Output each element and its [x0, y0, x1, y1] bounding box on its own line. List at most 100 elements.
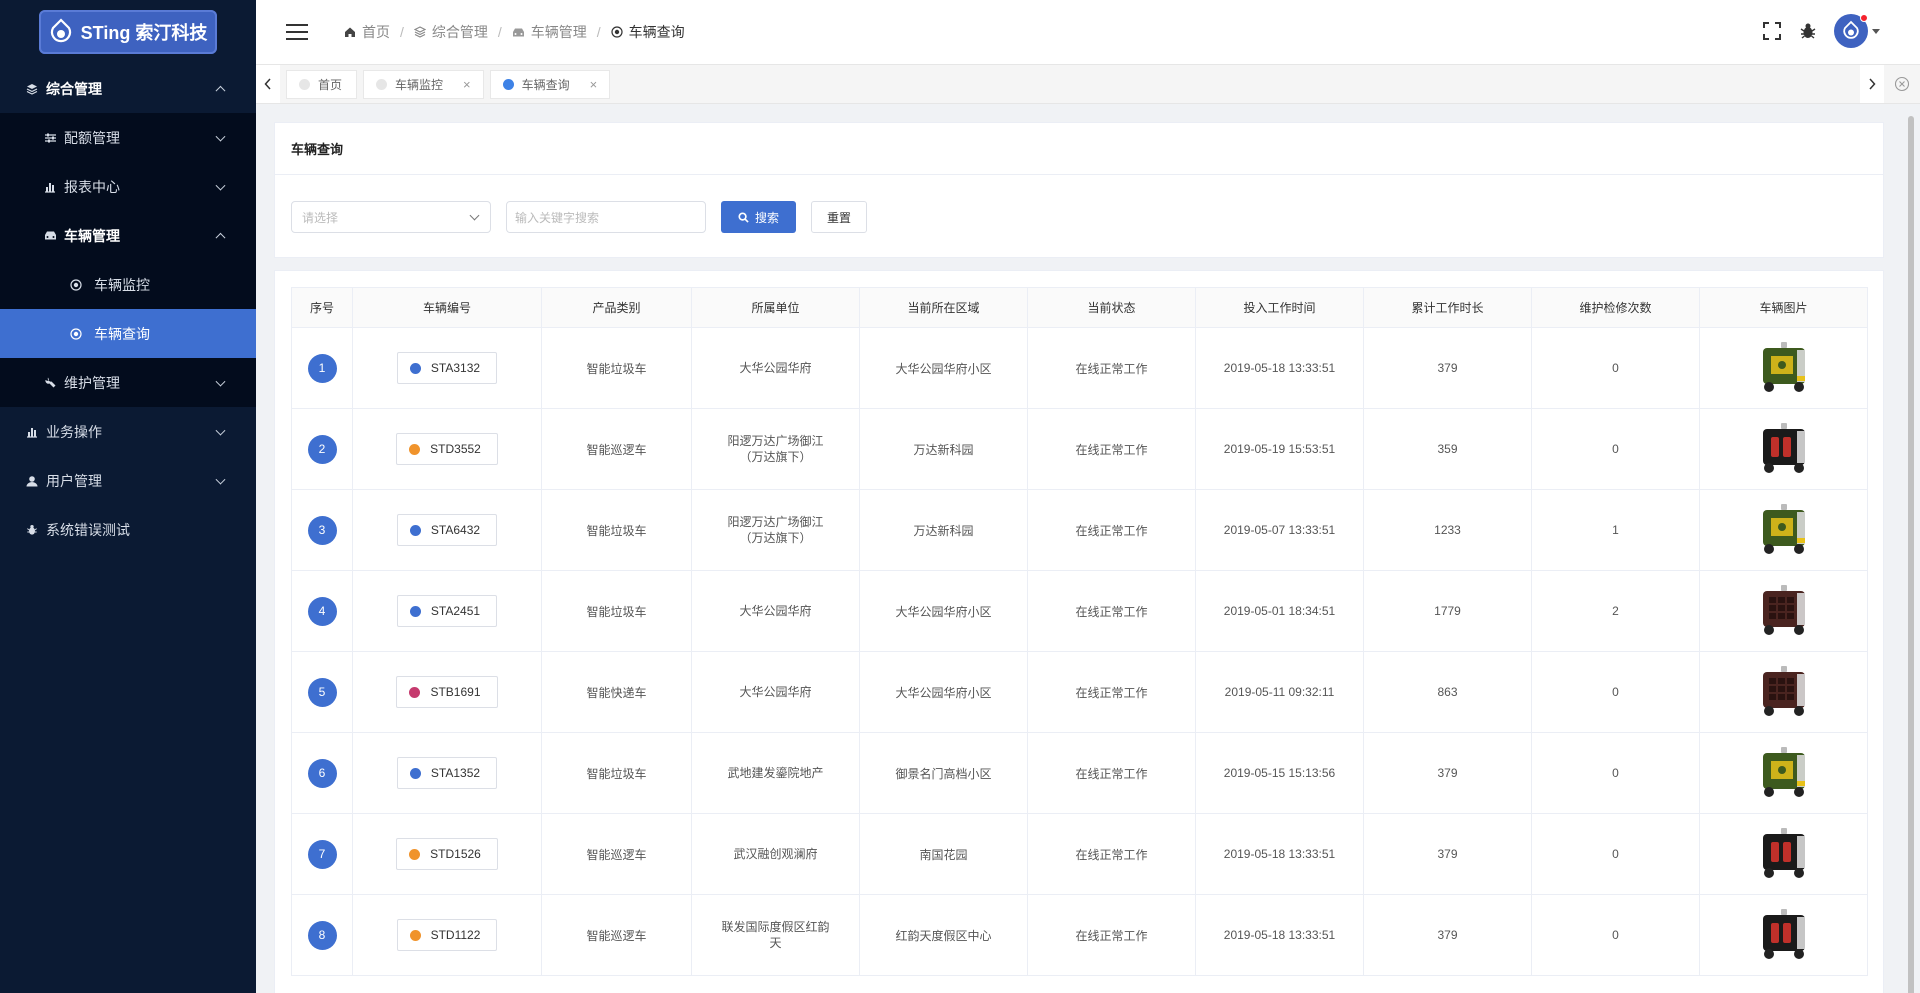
vehicle-code-tag[interactable]: STB1691: [396, 676, 498, 708]
tabs-scroll-left-icon[interactable]: [256, 65, 280, 103]
search-button[interactable]: 搜索: [721, 201, 796, 233]
tab-1[interactable]: 首页: [286, 70, 358, 99]
tabs-scroll-right-icon[interactable]: [1860, 65, 1884, 103]
category-cell: 智能巡逻车: [541, 894, 692, 976]
reset-button[interactable]: 重置: [811, 201, 867, 233]
sidebar-item-7[interactable]: 维护管理: [0, 358, 256, 407]
index-cell: 8: [291, 894, 353, 976]
row-index-badge: 8: [307, 920, 337, 950]
category-cell: 智能垃圾车: [541, 570, 692, 652]
vehicle-code-tag[interactable]: STD3552: [396, 433, 498, 465]
sidebar-item-2[interactable]: 配额管理: [0, 113, 256, 162]
table-row[interactable]: 3 STA6432 智能垃圾车 阳逻万达广场御江（万达旗下） 万达新科园 在线正常工作 20…: [291, 489, 1868, 571]
sidebar: STing 索汀科技 综合管理 配额管理 报表中心 车辆管理 车辆监控 车辆查询 维护管理业…: [0, 0, 256, 993]
keyword-search-input[interactable]: 输入关键字搜索: [506, 201, 706, 233]
repairs-cell: 0: [1531, 327, 1700, 409]
vehicle-type-dot: [409, 686, 421, 698]
header-actions: [1762, 14, 1880, 48]
status-cell: 在线正常工作: [1027, 570, 1196, 652]
unit-text: 武地建发鎏院地产: [727, 766, 824, 780]
hours-cell: 1779: [1363, 570, 1532, 652]
sidebar-item-3[interactable]: 报表中心: [0, 162, 256, 211]
row-index-badge: 2: [307, 434, 337, 464]
vehicle-code: STA1352: [430, 766, 481, 780]
car-icon: [512, 28, 524, 36]
row-index-badge: 7: [307, 839, 337, 869]
car-icon: [42, 228, 58, 244]
breadcrumb-home[interactable]: 首页: [344, 22, 390, 42]
tab-status-dot: [376, 79, 388, 90]
breadcrumb-composite[interactable]: 综合管理: [413, 22, 488, 42]
start-time-cell: 2019-05-19 15:53:51: [1195, 408, 1364, 490]
logo[interactable]: STing 索汀科技: [39, 10, 217, 54]
vehicle-code-tag[interactable]: STD1526: [396, 838, 498, 870]
table-row[interactable]: 4 STA2451 智能垃圾车 大华公园华府 大华公园华府小区 在线正常工作 2019-05…: [291, 570, 1868, 652]
sidebar-item-8[interactable]: 业务操作: [0, 407, 256, 456]
vehicle-image[interactable]: [1753, 579, 1815, 641]
sidebar-item-6[interactable]: 车辆查询: [0, 309, 256, 358]
page-scrollbar[interactable]: [1906, 106, 1916, 993]
table-header-row: 序号 车辆编号 产品类别 所属单位 当前所在区域 当前状态 投入工作时间 累计工作时长 维护检修…: [291, 287, 1868, 328]
unit-text: 大华公园华府: [739, 361, 812, 375]
sidebar-item-10[interactable]: 系统错误测试: [0, 505, 256, 554]
sidebar-item-9[interactable]: 用户管理: [0, 456, 256, 505]
image-cell: [1699, 408, 1868, 490]
table-row[interactable]: 2 STD3552 智能巡逻车 阳逻万达广场御江（万达旗下） 万达新科园 在线正常工作 20…: [291, 408, 1868, 490]
close-icon[interactable]: ×: [590, 77, 598, 92]
table-row[interactable]: 6 STA1352 智能垃圾车 武地建发鎏院地产 御景名门高档小区 在线正常工作 2019-…: [291, 732, 1868, 814]
vehicle-image[interactable]: [1753, 822, 1815, 884]
unit-cell: 大华公园华府: [691, 651, 860, 733]
table-row[interactable]: 7 STD1526 智能巡逻车 武汉融创观澜府 南国花园 在线正常工作 2019-05-18…: [291, 813, 1868, 895]
bug-icon[interactable]: [1798, 21, 1818, 41]
vehicle-code-tag[interactable]: STA3132: [396, 352, 498, 384]
vehicle-image[interactable]: [1753, 417, 1815, 479]
vehicle-code-tag[interactable]: STA2451: [396, 595, 498, 627]
tools-icon: [42, 375, 58, 391]
vehicle-image[interactable]: [1753, 336, 1815, 398]
tab-status-dot: [502, 79, 514, 90]
avatar[interactable]: [1834, 14, 1868, 48]
area-cell: 万达新科园: [859, 408, 1028, 490]
image-cell: [1699, 489, 1868, 571]
fullscreen-icon[interactable]: [1762, 21, 1782, 41]
scrollbar-thumb[interactable]: [1908, 116, 1914, 993]
main-content: 车辆查询 请选择 输入关键字搜索 搜索 重置 序号 车辆编号 产品类别 所属单位 当前所…: [256, 104, 1920, 993]
vehicle-image[interactable]: [1753, 903, 1815, 965]
code-cell: STA3132: [352, 327, 542, 409]
repairs-cell: 2: [1531, 570, 1700, 652]
logo-area: STing 索汀科技: [0, 0, 256, 64]
category-select[interactable]: 请选择: [291, 201, 491, 233]
vehicle-image[interactable]: [1753, 660, 1815, 722]
sidebar-item-1[interactable]: 综合管理: [0, 64, 256, 113]
vehicle-image[interactable]: [1753, 498, 1815, 560]
chevron-up-icon: [215, 232, 226, 243]
vehicle-code-tag[interactable]: STA1352: [396, 757, 498, 789]
vehicle-code-tag[interactable]: STA6432: [396, 514, 498, 546]
tab-2[interactable]: 车辆监控 ×: [363, 70, 484, 99]
menu-toggle-icon[interactable]: [286, 24, 308, 40]
column-header: 当前状态: [1027, 287, 1196, 328]
table-row[interactable]: 1 STA3132 智能垃圾车 大华公园华府 大华公园华府小区 在线正常工作 2019-05…: [291, 327, 1868, 409]
image-cell: [1699, 327, 1868, 409]
sidebar-item-4[interactable]: 车辆管理: [0, 211, 256, 260]
vehicle-image[interactable]: [1753, 741, 1815, 803]
category-cell: 智能快递车: [541, 651, 692, 733]
user-dropdown-caret-icon[interactable]: [1872, 28, 1880, 34]
vehicle-type-dot: [409, 929, 421, 941]
area-cell: 大华公园华府小区: [859, 651, 1028, 733]
vehicle-code-tag[interactable]: STD1122: [396, 919, 498, 951]
avatar-logo-icon: [1843, 20, 1859, 39]
sidebar-item-5[interactable]: 车辆监控: [0, 260, 256, 309]
start-time-cell: 2019-05-18 13:33:51: [1195, 894, 1364, 976]
table-row[interactable]: 5 STB1691 智能快递车 大华公园华府 大华公园华府小区 在线正常工作 2019-05…: [291, 651, 1868, 733]
breadcrumb-vehicle-mgmt[interactable]: 车辆管理: [512, 22, 587, 42]
close-all-tabs-icon[interactable]: [1884, 65, 1920, 103]
vehicle-code: STD1526: [430, 847, 481, 861]
close-icon[interactable]: ×: [463, 77, 471, 92]
index-cell: 3: [291, 489, 353, 571]
table-row[interactable]: 8 STD1122 智能巡逻车 联发国际度假区红韵天 红韵天度假区中心 在线正常工作 201…: [291, 894, 1868, 976]
repairs-cell: 0: [1531, 732, 1700, 814]
layers-icon: [413, 26, 426, 38]
tab-3[interactable]: 车辆查询 ×: [489, 70, 611, 99]
tab-label: 车辆查询: [521, 78, 570, 92]
